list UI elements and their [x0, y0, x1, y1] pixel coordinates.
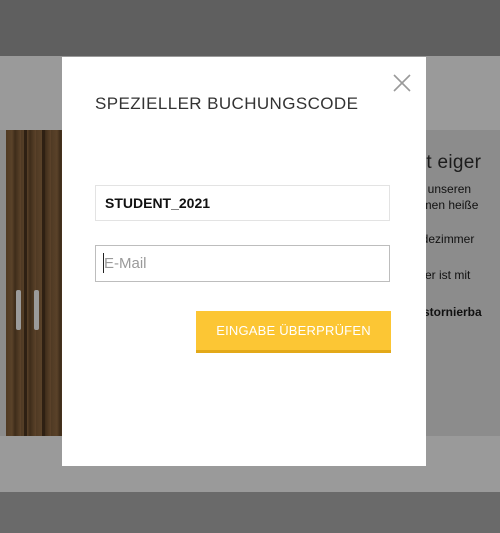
room-photo	[6, 130, 64, 436]
door-handle	[16, 290, 21, 330]
page-header-bar	[0, 0, 500, 56]
email-field[interactable]	[95, 245, 390, 282]
close-icon	[393, 74, 411, 92]
door-handle	[34, 290, 39, 330]
page-bottom-bar	[0, 492, 500, 533]
door-edge	[24, 130, 27, 436]
verify-input-button[interactable]: EINGABE ÜBERPRÜFEN	[196, 311, 391, 353]
modal-title: SPEZIELLER BUCHUNGSCODE	[95, 94, 359, 113]
booking-code-field[interactable]	[95, 185, 390, 221]
text-cursor	[103, 253, 104, 273]
close-button[interactable]	[389, 70, 415, 96]
door-edge	[42, 130, 45, 436]
